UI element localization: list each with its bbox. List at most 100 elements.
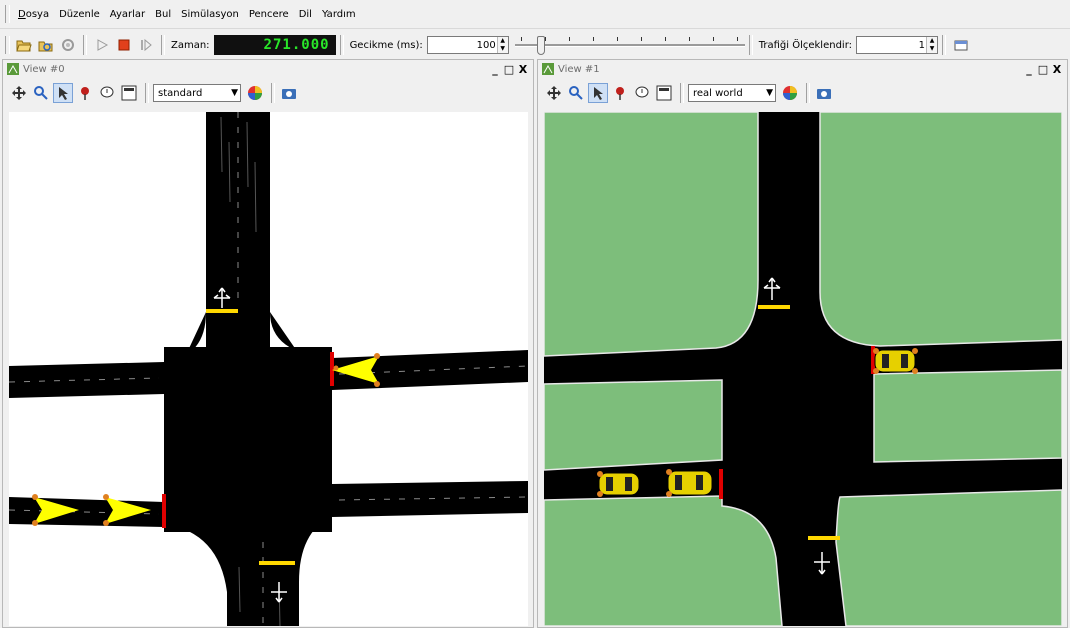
delay-spinbox[interactable]: 100 ▲ ▼ bbox=[426, 36, 509, 54]
view-title: View #0 bbox=[23, 63, 65, 75]
delay-value: 100 bbox=[476, 39, 496, 51]
scale-spinbox[interactable]: 1 ▲ ▼ bbox=[856, 36, 939, 54]
menu-bar: Dosya Düzenle Ayarlar Bul Simülasyon Pen… bbox=[0, 0, 1070, 29]
view-toolbar-separator bbox=[271, 83, 275, 103]
slider-thumb[interactable] bbox=[536, 36, 545, 55]
reload-icon[interactable] bbox=[37, 36, 55, 54]
window-controls: _ □ X bbox=[489, 63, 529, 76]
menu-icon[interactable] bbox=[119, 83, 139, 103]
view-toolbar-separator bbox=[680, 83, 684, 103]
close-button[interactable]: X bbox=[1051, 63, 1063, 76]
toolbar-separator bbox=[83, 35, 87, 55]
locate-icon[interactable] bbox=[53, 83, 73, 103]
main-toolbar: Zaman: 271.000 Gecikme (ms): 100 ▲ ▼ Traf… bbox=[0, 32, 1070, 58]
menu-grip[interactable] bbox=[5, 5, 10, 23]
slider-track bbox=[514, 44, 745, 47]
view-toolbar: standard ▼ bbox=[3, 78, 533, 108]
slider-tick bbox=[592, 37, 594, 41]
menu-find[interactable]: Bul bbox=[150, 9, 176, 20]
camera-icon[interactable] bbox=[814, 83, 834, 103]
restore-button[interactable]: □ bbox=[1037, 63, 1049, 76]
slider-tick bbox=[544, 37, 546, 41]
color-scheme-value: standard bbox=[158, 87, 203, 99]
view-icon bbox=[7, 63, 19, 75]
slider-tick bbox=[688, 37, 690, 41]
color-wheel-icon[interactable] bbox=[780, 83, 800, 103]
view-window-0: View #0 _ □ X standard ▼ bbox=[2, 59, 534, 628]
menu-help[interactable]: Yardım bbox=[317, 9, 361, 20]
delay-spin-arrows[interactable]: ▲ ▼ bbox=[496, 37, 508, 53]
menu-language[interactable]: Dil bbox=[294, 9, 317, 20]
toolbar-grip[interactable] bbox=[5, 36, 10, 54]
play-icon[interactable] bbox=[93, 36, 111, 54]
stop-line bbox=[719, 469, 723, 499]
slider-tick bbox=[568, 37, 570, 41]
zoom-icon[interactable] bbox=[31, 83, 51, 103]
view-icon bbox=[542, 63, 554, 75]
window-controls: _ □ X bbox=[1023, 63, 1063, 76]
minimize-button[interactable]: _ bbox=[1023, 63, 1035, 76]
slider-tick bbox=[640, 37, 642, 41]
view-toolbar-separator bbox=[806, 83, 810, 103]
vehicle bbox=[873, 348, 918, 374]
recenter-icon[interactable] bbox=[544, 83, 564, 103]
menu-window[interactable]: Pencere bbox=[244, 9, 294, 20]
tooltip-icon[interactable] bbox=[632, 83, 652, 103]
close-button[interactable]: X bbox=[517, 63, 529, 76]
toolbar-separator bbox=[161, 35, 165, 55]
delay-label: Gecikme (ms): bbox=[349, 39, 423, 51]
toolbar-separator bbox=[748, 35, 753, 55]
step-icon[interactable] bbox=[137, 36, 155, 54]
recenter-icon[interactable] bbox=[9, 83, 29, 103]
color-scheme-select[interactable]: real world ▼ bbox=[688, 84, 776, 102]
stop-line bbox=[758, 305, 790, 309]
view-window-1: View #1 _ □ X real world ▼ bbox=[537, 59, 1068, 628]
new-window-icon[interactable] bbox=[952, 36, 970, 54]
simulation-canvas[interactable] bbox=[544, 112, 1062, 626]
scale-spin-arrows[interactable]: ▲ ▼ bbox=[926, 37, 938, 53]
slider-tick bbox=[736, 37, 738, 41]
minimize-button[interactable]: _ bbox=[489, 63, 501, 76]
simulation-canvas[interactable] bbox=[9, 112, 528, 626]
toolbar-separator bbox=[942, 35, 947, 55]
view-titlebar: View #0 _ □ X bbox=[3, 60, 533, 78]
stop-line bbox=[330, 352, 334, 386]
slider-tick bbox=[712, 37, 714, 41]
open-folder-icon[interactable] bbox=[15, 36, 33, 54]
pin-icon[interactable] bbox=[610, 83, 630, 103]
camera-icon[interactable] bbox=[279, 83, 299, 103]
menu-file[interactable]: Dosya bbox=[13, 9, 54, 20]
vehicle bbox=[597, 471, 640, 497]
menu-edit[interactable]: Düzenle bbox=[54, 9, 105, 20]
menu-icon[interactable] bbox=[654, 83, 674, 103]
tooltip-icon[interactable] bbox=[97, 83, 117, 103]
view-titlebar: View #1 _ □ X bbox=[538, 60, 1067, 78]
stop-line bbox=[808, 536, 840, 540]
time-label: Zaman: bbox=[171, 39, 210, 51]
delay-slider[interactable] bbox=[514, 35, 745, 55]
pin-icon[interactable] bbox=[75, 83, 95, 103]
menu-simulation[interactable]: Simülasyon bbox=[176, 9, 244, 20]
chevron-down-icon: ▼ bbox=[231, 88, 238, 98]
restore-button[interactable]: □ bbox=[503, 63, 515, 76]
zoom-icon[interactable] bbox=[566, 83, 586, 103]
color-scheme-select[interactable]: standard ▼ bbox=[153, 84, 241, 102]
slider-tick bbox=[616, 37, 618, 41]
menu-settings[interactable]: Ayarlar bbox=[105, 9, 150, 20]
locate-icon[interactable] bbox=[588, 83, 608, 103]
chevron-down-icon: ▼ bbox=[766, 88, 773, 98]
stop-line bbox=[162, 494, 166, 528]
view-toolbar-separator bbox=[145, 83, 149, 103]
scale-label: Trafiği Ölçeklendir: bbox=[758, 39, 853, 51]
view-toolbar: real world ▼ bbox=[538, 78, 1067, 108]
color-wheel-icon[interactable] bbox=[245, 83, 265, 103]
stop-line bbox=[259, 561, 295, 565]
scale-value: 1 bbox=[918, 39, 926, 51]
stop-line bbox=[206, 309, 238, 313]
slider-tick bbox=[664, 37, 666, 41]
toolbar-separator bbox=[339, 35, 344, 55]
stop-icon[interactable] bbox=[115, 36, 133, 54]
color-scheme-value: real world bbox=[693, 87, 743, 99]
view-title: View #1 bbox=[558, 63, 600, 75]
gear-icon[interactable] bbox=[59, 36, 77, 54]
